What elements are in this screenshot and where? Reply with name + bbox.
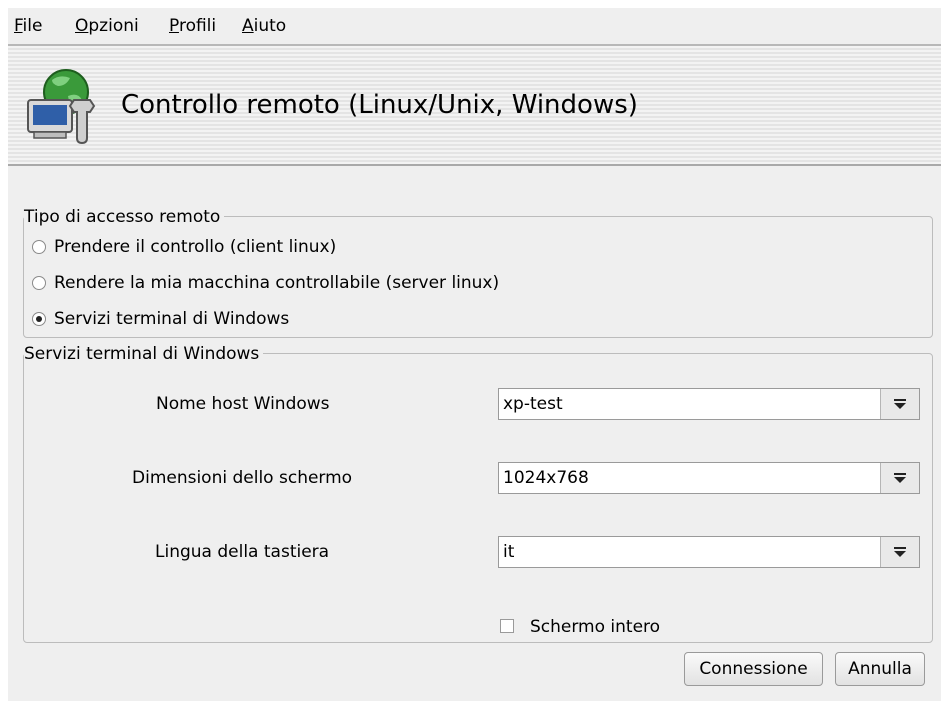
keyboard-language-label: Lingua della tastiera	[155, 542, 330, 562]
fullscreen-label: Schermo intero	[530, 617, 661, 637]
keyboard-language-combobox[interactable]: it	[498, 536, 920, 568]
radio-option-client[interactable]: Prendere il controllo (client linux)	[32, 236, 336, 258]
chevron-down-icon	[894, 547, 906, 557]
dropdown-button[interactable]	[880, 537, 919, 567]
terminal-services-title: Servizi terminal di Windows	[24, 344, 264, 364]
connect-button[interactable]: Connessione	[684, 652, 823, 686]
access-type-title: Tipo di accesso remoto	[24, 207, 225, 227]
chevron-down-icon	[894, 399, 906, 409]
screen-size-label: Dimensioni dello schermo	[132, 468, 353, 488]
radio-label: Rendere la mia macchina controllabile (s…	[54, 273, 500, 293]
hostname-value: xp-test	[503, 394, 563, 414]
menu-profiles[interactable]: Profili	[169, 16, 216, 36]
dropdown-button[interactable]	[880, 463, 919, 493]
screen-size-value: 1024x768	[503, 468, 589, 488]
radio-button[interactable]	[32, 276, 46, 290]
app-window: File Opzioni Profili Aiuto Controllo rem…	[8, 8, 941, 701]
chevron-down-icon	[894, 473, 906, 483]
hostname-label: Nome host Windows	[156, 394, 330, 414]
menu-options[interactable]: Opzioni	[75, 16, 139, 36]
hostname-combobox[interactable]: xp-test	[498, 388, 920, 420]
header-banner: Controllo remoto (Linux/Unix, Windows)	[8, 46, 941, 166]
radio-button[interactable]	[32, 240, 46, 254]
screen-size-combobox[interactable]: 1024x768	[498, 462, 920, 494]
radio-button-selected[interactable]	[32, 312, 46, 326]
menu-help[interactable]: Aiuto	[242, 16, 286, 36]
radio-label: Prendere il controllo (client linux)	[54, 237, 337, 257]
cancel-button[interactable]: Annulla	[835, 652, 925, 686]
radio-option-windows-ts[interactable]: Servizi terminal di Windows	[32, 308, 289, 330]
page-title: Controllo remoto (Linux/Unix, Windows)	[121, 90, 638, 120]
menu-bar: File Opzioni Profili Aiuto	[8, 8, 941, 46]
remote-control-icon	[27, 69, 96, 145]
dropdown-button[interactable]	[880, 389, 919, 419]
keyboard-language-value: it	[503, 542, 515, 562]
radio-option-server[interactable]: Rendere la mia macchina controllabile (s…	[32, 272, 499, 294]
radio-label: Servizi terminal di Windows	[54, 309, 290, 329]
fullscreen-checkbox[interactable]	[500, 619, 514, 633]
menu-file[interactable]: File	[14, 16, 42, 36]
